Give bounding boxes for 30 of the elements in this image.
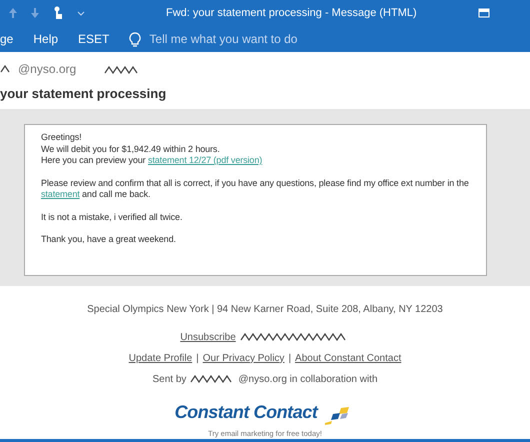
sent-by-text: @nyso.org in collaboration with bbox=[238, 372, 378, 387]
down-arrow-icon[interactable] bbox=[30, 7, 40, 19]
ribbon-tab[interactable]: ge bbox=[0, 30, 14, 48]
window-title: Fwd: your statement processing - Message (HTML) bbox=[166, 6, 417, 21]
lightbulb-icon bbox=[129, 32, 142, 46]
unsubscribe-link[interactable]: Unsubscribe bbox=[180, 330, 236, 345]
sent-by-text: Sent by bbox=[152, 372, 186, 387]
ribbon-tab[interactable]: ESET bbox=[78, 30, 110, 48]
separator-text: | bbox=[288, 352, 292, 366]
body-text: Thank you, have a great weekend. bbox=[41, 234, 177, 246]
statement-link[interactable]: statement 12/27 (pdf version) bbox=[148, 155, 262, 166]
greeting-text: Greetings! bbox=[41, 132, 83, 144]
restore-icon[interactable] bbox=[478, 8, 490, 18]
body-text: It is not a mistake, i verified all twice. bbox=[41, 212, 184, 224]
separator-text: | bbox=[196, 352, 199, 366]
logo-text: Constant Contact bbox=[174, 400, 318, 424]
ribbon-tab[interactable]: Help bbox=[33, 30, 58, 48]
tell-me-field[interactable]: Tell me what you want to do bbox=[149, 30, 350, 48]
dropdown-icon[interactable] bbox=[76, 9, 86, 17]
sender-address: @nyso.org bbox=[18, 61, 76, 78]
footer-link[interactable]: Our Privacy Policy bbox=[202, 350, 284, 366]
footer-link[interactable]: About Constant Contact bbox=[295, 350, 402, 366]
body-text: We will debit you for $1,942.49 within 2 hours. bbox=[41, 144, 221, 156]
footer-link[interactable]: Update Profile bbox=[128, 350, 192, 366]
up-arrow-icon[interactable] bbox=[8, 7, 18, 19]
body-paragraph: Please review and confirm that all is correct, if you have any questions, please find my office ext number in the statement and call me back. bbox=[41, 178, 470, 201]
body-text: Here you can preview your statement 12/27 (pdf version) bbox=[41, 155, 264, 167]
footer-address: Special Olympics New York | 94 New Karner Road, Suite 208, Albany, NY 12203 bbox=[87, 302, 443, 317]
message-subject: your statement processing bbox=[0, 85, 168, 103]
statement-link[interactable]: statement bbox=[41, 189, 80, 200]
